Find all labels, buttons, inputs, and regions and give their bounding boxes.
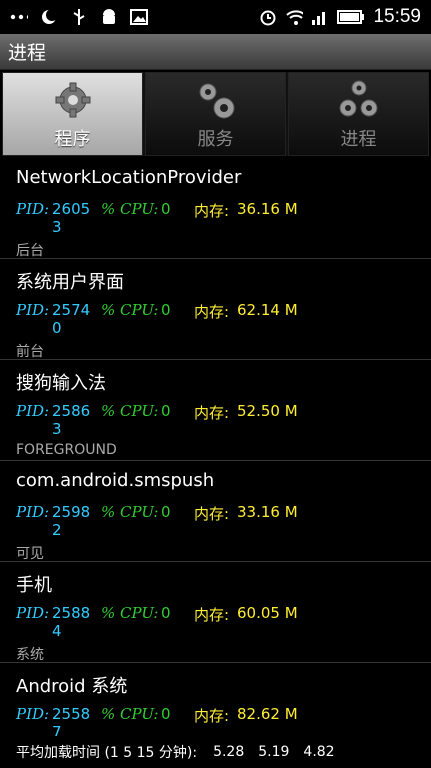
process-name: 手机 (16, 575, 52, 596)
title-bar: 进程 (0, 34, 431, 70)
tab-label: 服务 (197, 129, 234, 150)
cpu-label: % CPU: (101, 301, 159, 319)
load-average-label: 平均加载时间 (1 5 15 分钟): (16, 745, 198, 761)
pid-label: PID: (16, 200, 50, 218)
process-state: 可见 (16, 546, 44, 562)
pid-label: PID: (16, 402, 50, 420)
cpu-value: 0 (161, 301, 171, 319)
usb-icon (70, 8, 88, 26)
cpu-label: % CPU: (101, 604, 159, 622)
memory-value: 52.50 M (237, 402, 298, 420)
pid-label: PID: (16, 301, 50, 319)
moon-icon (40, 8, 58, 26)
tab-label: 程序 (54, 129, 91, 150)
battery-icon (337, 8, 365, 26)
pid-value: 25587 (52, 705, 91, 738)
clock: 15:59 (373, 6, 421, 27)
list-item[interactable]: com.android.smspush PID: 25982 % CPU: 0 … (0, 461, 431, 562)
cpu-value: 0 (161, 200, 171, 218)
memory-value: 36.16 M (237, 200, 298, 218)
pid-value: 26053 (52, 200, 91, 236)
pid-value: 25982 (52, 503, 91, 539)
gears-icon (194, 77, 238, 123)
process-state: 前台 (16, 344, 44, 360)
pid-label: PID: (16, 503, 50, 521)
cpu-value: 0 (161, 705, 171, 723)
memory-value: 62.14 M (237, 301, 298, 319)
tab-processes[interactable]: 进程 (288, 72, 429, 156)
pid-label: PID: (16, 604, 50, 622)
android-icon (100, 8, 118, 26)
signal-icon (311, 8, 329, 26)
memory-label: 内存: (194, 606, 230, 624)
process-state: 后台 (16, 243, 44, 259)
cpu-value: 0 (161, 402, 171, 420)
memory-label: 内存: (194, 202, 230, 220)
process-state: FOREGROUND (16, 442, 117, 458)
load-average-1min: 5.28 (213, 744, 245, 760)
load-average-bar: 平均加载时间 (1 5 15 分钟): 5.28 5.19 4.82 (0, 736, 431, 768)
load-average-15min: 4.82 (303, 744, 335, 760)
pid-value: 25863 (52, 402, 91, 438)
page-title: 进程 (8, 42, 47, 64)
load-average-5min: 5.19 (258, 744, 290, 760)
memory-label: 内存: (194, 303, 230, 321)
gear-icon (53, 77, 93, 123)
tab-bar: 程序 服务 进程 (2, 72, 429, 156)
memory-label: 内存: (194, 707, 230, 725)
process-name: com.android.smspush (16, 470, 215, 491)
pid-value: 25884 (52, 604, 91, 640)
memory-label: 内存: (194, 404, 230, 422)
list-item[interactable]: Android 系统 PID: 25587 % CPU: 0 内存: 82.62… (0, 663, 431, 738)
list-item[interactable]: 系统用户界面 PID: 25740 % CPU: 0 内存: 62.14 M 前… (0, 259, 431, 360)
gears-icon (337, 77, 381, 123)
cpu-label: % CPU: (101, 503, 159, 521)
cpu-label: % CPU: (101, 705, 159, 723)
list-item[interactable]: NetworkLocationProvider PID: 26053 % CPU… (0, 158, 431, 259)
memory-label: 内存: (194, 505, 230, 523)
memory-value: 33.16 M (237, 503, 298, 521)
list-item[interactable]: 手机 PID: 25884 % CPU: 0 内存: 60.05 M 系统 (0, 562, 431, 663)
alarm-icon (259, 8, 277, 26)
cpu-value: 0 (161, 604, 171, 622)
tab-label: 进程 (340, 129, 377, 150)
cpu-label: % CPU: (101, 200, 159, 218)
status-bar: 15:59 (0, 0, 431, 34)
tab-services[interactable]: 服务 (145, 72, 286, 156)
process-name: NetworkLocationProvider (16, 167, 242, 188)
list-item[interactable]: 搜狗输入法 PID: 25863 % CPU: 0 内存: 52.50 M FO… (0, 360, 431, 461)
image-icon (130, 8, 148, 26)
wifi-icon (285, 8, 304, 26)
process-state: 系统 (16, 647, 44, 663)
cpu-value: 0 (161, 503, 171, 521)
pid-label: PID: (16, 705, 50, 723)
memory-value: 82.62 M (237, 705, 298, 723)
more-dots-icon (10, 8, 28, 26)
cpu-label: % CPU: (101, 402, 159, 420)
tab-programs[interactable]: 程序 (2, 72, 143, 156)
pid-value: 25740 (52, 301, 91, 337)
memory-value: 60.05 M (237, 604, 298, 622)
process-name: Android 系统 (16, 676, 128, 697)
process-name: 搜狗输入法 (16, 373, 106, 394)
process-name: 系统用户界面 (16, 272, 124, 293)
process-list[interactable]: NetworkLocationProvider PID: 26053 % CPU… (0, 158, 431, 738)
